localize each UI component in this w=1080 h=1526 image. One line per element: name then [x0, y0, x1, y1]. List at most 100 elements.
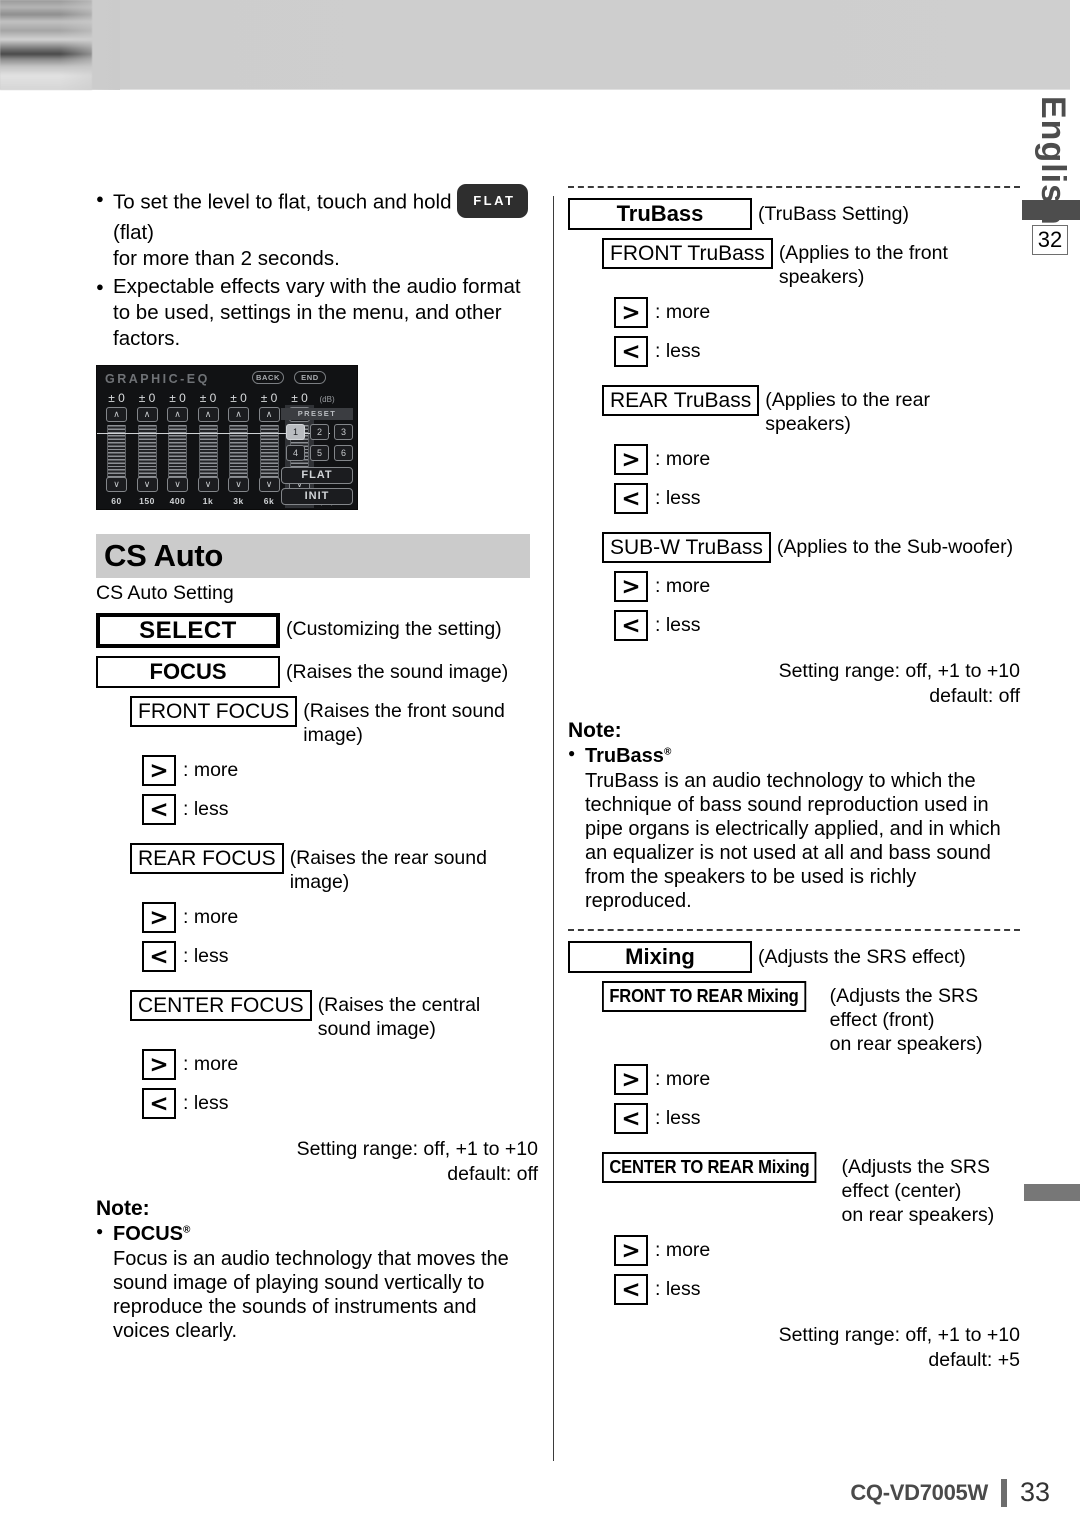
rear-focus-button[interactable]: REAR FOCUS: [130, 843, 284, 874]
less-arrow-icon[interactable]: <: [142, 1088, 176, 1119]
description-line-2: on rear speakers): [841, 1204, 995, 1226]
rear-trubass-more-row: > : more: [614, 444, 1020, 475]
rear-focus-more-row: > : more: [142, 902, 538, 933]
more-label: : more: [655, 448, 711, 470]
lcd-back-button[interactable]: BACK: [252, 371, 284, 384]
front-focus-button[interactable]: FRONT FOCUS: [130, 696, 298, 727]
lcd-frequency: 6k: [263, 496, 275, 506]
front-to-rear-mixing-row: FRONT TO REAR Mixing (Adjusts the SRS ef…: [602, 981, 1020, 1056]
banner-photo-fade: [60, 0, 120, 90]
lcd-preset-button-6[interactable]: 6: [334, 445, 353, 461]
chevron-down-icon[interactable]: ∨: [228, 477, 249, 492]
front-trubass-button[interactable]: FRONT TruBass: [602, 238, 773, 269]
lcd-slider-down[interactable]: ∨: [257, 477, 282, 492]
trubass-description: (TruBass Setting): [758, 203, 909, 225]
mixing-description: (Adjusts the SRS effect): [758, 946, 966, 968]
more-arrow-icon[interactable]: >: [614, 1064, 648, 1095]
select-row: SELECT (Customizing the setting): [96, 613, 538, 648]
right-column: TruBass (TruBass Setting) FRONT TruBass …: [568, 186, 1020, 1373]
more-arrow-icon[interactable]: >: [142, 1049, 176, 1080]
chevron-up-icon[interactable]: ∧: [258, 407, 280, 422]
center-to-rear-mixing-description: (Adjusts the SRS effect (center) on rear…: [835, 1152, 1020, 1227]
lcd-frequency: 150: [139, 496, 155, 506]
more-arrow-icon[interactable]: >: [614, 444, 648, 475]
more-label: : more: [655, 1068, 711, 1090]
chevron-down-icon[interactable]: ∨: [136, 477, 158, 492]
less-arrow-icon[interactable]: <: [614, 1274, 648, 1305]
focus-button[interactable]: FOCUS: [96, 656, 280, 688]
lcd-end-button[interactable]: END: [294, 371, 326, 384]
center-to-rear-mixing-button[interactable]: CENTER TO REAR Mixing: [602, 1152, 817, 1183]
rear-trubass-row: REAR TruBass (Applies to the rear speake…: [602, 385, 1020, 436]
less-arrow-icon[interactable]: <: [614, 483, 648, 514]
lcd-frequency: 3k: [233, 496, 244, 506]
margin-accent-bar: [1022, 200, 1080, 220]
lcd-slider-down[interactable]: ∨: [196, 477, 221, 492]
range-line-1: Setting range: off, +1 to +10: [296, 1138, 538, 1160]
lcd-flat-button[interactable]: FLAT: [281, 467, 353, 484]
trubass-button[interactable]: TruBass: [568, 198, 752, 230]
more-arrow-icon[interactable]: >: [614, 297, 648, 328]
subw-trubass-button[interactable]: SUB-W TruBass: [602, 532, 771, 563]
less-arrow-icon[interactable]: <: [614, 1103, 648, 1134]
chevron-down-icon[interactable]: ∨: [197, 477, 219, 492]
rear-trubass-less-row: < : less: [614, 483, 1020, 514]
chevron-up-icon[interactable]: ∧: [106, 407, 127, 422]
focus-note-body: Focus is an audio technology that moves …: [113, 1248, 509, 1342]
front-trubass-less-row: < : less: [614, 336, 1020, 367]
lcd-band-values: ± 0 ± 0 ± 0 ± 0 ± 0 ± 0 ± 0 (dB): [104, 391, 335, 405]
center-to-rear-mixing-more-row: > : more: [614, 1235, 1020, 1266]
chevron-up-icon[interactable]: ∧: [197, 407, 219, 422]
less-arrow-icon[interactable]: <: [142, 794, 176, 825]
lcd-slider-down[interactable]: ∨: [135, 477, 160, 492]
rear-focus-description: (Raises the rear sound image): [289, 847, 487, 893]
range-line-1: Setting range: off, +1 to +10: [778, 660, 1020, 682]
more-arrow-icon[interactable]: >: [614, 571, 648, 602]
chevron-up-icon[interactable]: ∧: [136, 407, 158, 422]
chevron-down-icon[interactable]: ∨: [258, 477, 280, 492]
lcd-title: GRAPHIC-EQ: [105, 372, 210, 386]
lcd-db-unit: (dB): [319, 395, 335, 404]
subw-trubass-description: (Applies to the Sub-woofer): [776, 536, 1014, 558]
select-description: (Customizing the setting): [286, 618, 502, 640]
chevron-up-icon[interactable]: ∧: [228, 407, 249, 422]
bullet-flat-hold: To set the level to flat, touch and hold…: [96, 184, 538, 272]
more-arrow-icon[interactable]: >: [614, 1235, 648, 1266]
less-arrow-icon[interactable]: <: [614, 336, 648, 367]
flat-key-chip[interactable]: FLAT: [457, 184, 529, 218]
more-arrow-icon[interactable]: >: [142, 902, 176, 933]
rear-focus-row: REAR FOCUS (Raises the rear sound image): [130, 843, 538, 894]
less-label: : less: [655, 1107, 701, 1129]
more-arrow-icon[interactable]: >: [142, 755, 176, 786]
mixing-button[interactable]: Mixing: [568, 941, 752, 973]
front-to-rear-mixing-less-row: < : less: [614, 1103, 1020, 1134]
less-label: : less: [183, 1092, 229, 1114]
front-to-rear-mixing-button[interactable]: FRONT TO REAR Mixing: [602, 981, 806, 1012]
left-column: To set the level to flat, touch and hold…: [96, 184, 538, 1343]
chevron-down-icon[interactable]: ∨: [106, 477, 127, 492]
rear-trubass-button[interactable]: REAR TruBass: [602, 385, 760, 416]
center-focus-button[interactable]: CENTER FOCUS: [130, 990, 312, 1021]
more-label: : more: [183, 906, 239, 928]
chevron-down-icon[interactable]: ∨: [167, 477, 188, 492]
select-button[interactable]: SELECT: [96, 613, 280, 648]
chevron-up-icon[interactable]: ∧: [167, 407, 188, 422]
footer-page-number: 33: [1019, 1477, 1050, 1507]
lcd-preset-button-2[interactable]: 2: [310, 424, 329, 440]
range-line-1: Setting range: off, +1 to +10: [778, 1324, 1020, 1346]
lcd-slider-down[interactable]: ∨: [226, 477, 251, 492]
lcd-preset-button-5[interactable]: 5: [310, 445, 329, 461]
lcd-band-value: ± 0: [291, 391, 308, 405]
page-footer: CQ-VD7005W 33: [850, 1477, 1050, 1508]
lcd-preset-button-3[interactable]: 3: [334, 424, 353, 440]
lcd-preset-button-1[interactable]: 1: [286, 424, 305, 440]
less-arrow-icon[interactable]: <: [614, 610, 648, 641]
front-focus-more-row: > : more: [142, 755, 538, 786]
lcd-init-button[interactable]: INIT: [281, 488, 353, 505]
less-arrow-icon[interactable]: <: [142, 941, 176, 972]
lcd-preset-row-2: 4 5 6: [286, 445, 353, 461]
lcd-preset-button-4[interactable]: 4: [286, 445, 305, 461]
lcd-slider-down[interactable]: ∨: [104, 477, 129, 492]
lcd-slider-down[interactable]: ∨: [165, 477, 190, 492]
less-label: : less: [655, 340, 701, 362]
